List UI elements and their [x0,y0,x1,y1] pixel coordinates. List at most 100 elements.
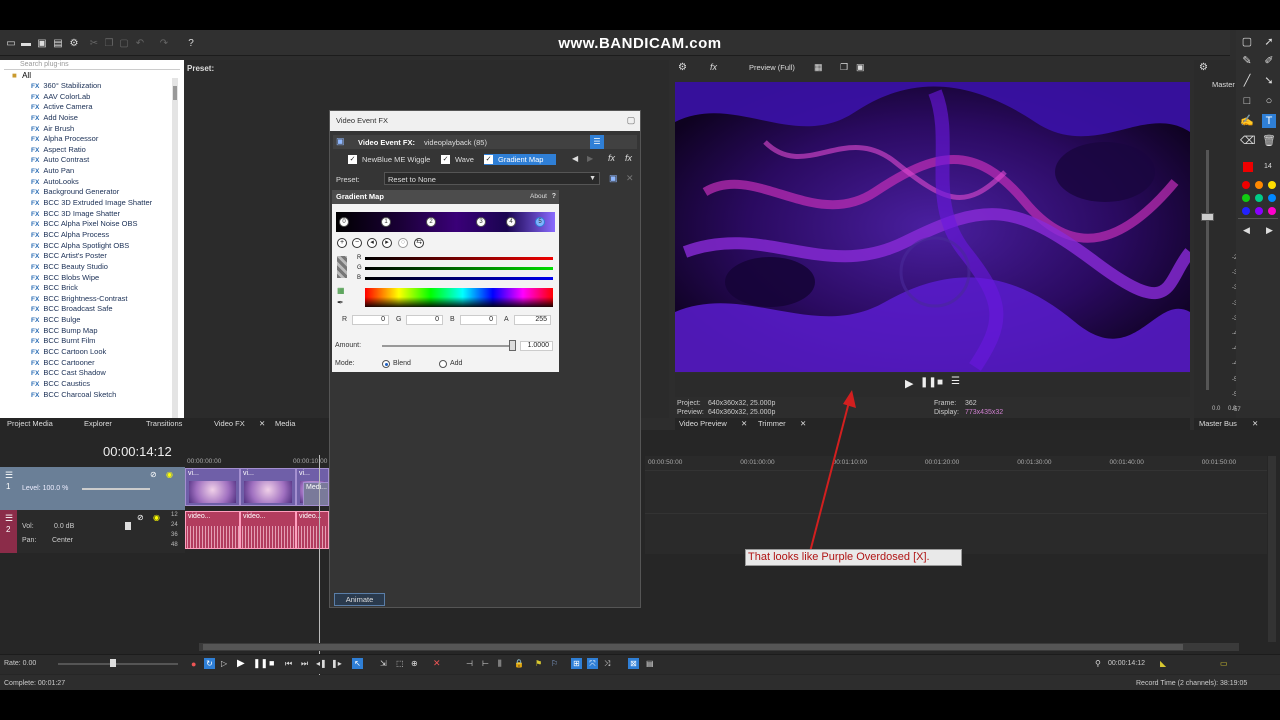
audio-clip[interactable]: video... [296,511,329,549]
dialog-preset-dropdown[interactable]: Reset to None ▼ [384,172,600,185]
b-value-field[interactable]: 0 [460,315,497,325]
stop-icon[interactable]: ■ [937,377,943,388]
crossfade-icon[interactable]: ⤨ [604,659,610,669]
plugin-list-item[interactable]: FX BCC Alpha Pixel Noise OBS [4,219,180,230]
trim-start-icon[interactable]: ⊣ [466,659,473,668]
plugin-list-item[interactable]: FX AutoLooks [4,177,180,188]
chain-next-icon[interactable]: ▶ [587,154,593,163]
snap-icon[interactable]: ⊞ [571,658,582,669]
current-color-swatch[interactable] [1243,162,1253,172]
gradient-stop[interactable]: 1 [381,217,391,227]
rate-slider-thumb[interactable] [110,659,116,667]
chain-item-wave[interactable]: ✓ Wave [441,154,481,165]
color-spectrum-picker[interactable] [365,288,553,307]
palette-color-swatch[interactable] [1255,207,1263,215]
tab-trimmer[interactable]: Trimmer [758,419,786,428]
palette-color-swatch[interactable] [1242,181,1250,189]
plugin-list-item[interactable]: FX Add Noise [4,113,180,124]
pause-icon[interactable]: ❚❚ [920,377,937,388]
dialog-close-icon[interactable]: ▢ [624,113,638,127]
save-snapshot-icon[interactable]: ▣ [856,62,865,73]
tab-video-preview[interactable]: Video Preview [679,419,727,428]
palette-color-swatch[interactable] [1255,181,1263,189]
preview-fx-icon[interactable]: fx [710,62,717,72]
record-icon[interactable]: ● [191,659,196,669]
auto-ripple-icon[interactable]: ⤧ [587,658,598,669]
stop-icon[interactable]: ■ [269,658,274,668]
plugin-list-item[interactable]: FX BCC Cast Shadow [4,368,180,379]
selection-tool-icon[interactable]: ⬚ [396,659,404,668]
tab-project-media[interactable]: Project Media [7,418,53,430]
mute-icon[interactable]: ⊘ [137,513,144,522]
master-settings-icon[interactable]: ⚙ [1199,62,1208,73]
plugin-list-item[interactable]: FX BCC Burnt Film [4,336,180,347]
timeline-scrollbar-thumb[interactable] [203,644,1183,650]
trim-end-icon[interactable]: ⊢ [482,659,489,668]
plugin-list-item[interactable]: FX BCC Blobs Wipe [4,273,180,284]
plugin-list-item[interactable]: FX AAV ColorLab [4,92,180,103]
r-value-field[interactable]: 0 [352,315,389,325]
solo-icon[interactable]: ◉ [153,513,160,522]
palette-color-swatch[interactable] [1255,194,1263,202]
undo-draw-icon[interactable]: ◀ [1243,225,1250,236]
mode-blend-radio[interactable] [382,360,390,368]
plugin-list-item[interactable]: FX BCC Charcoal Sketch [4,390,180,401]
layout-icon[interactable]: ☰ [590,135,604,149]
g-value-field[interactable]: 0 [406,315,443,325]
lock-envelopes-icon[interactable]: ⊠ [628,658,639,669]
video-clip[interactable]: vi... [185,468,240,506]
delete-preset-icon[interactable]: ✕ [626,173,634,184]
go-to-start-icon[interactable]: ⏮ [285,659,292,669]
marker-icon[interactable]: ✐ [1262,54,1276,68]
about-link[interactable]: About [530,190,547,204]
checkbox-icon[interactable]: ✓ [484,155,493,164]
redo-draw-icon[interactable]: ▶ [1266,225,1273,236]
plugin-list-item[interactable]: FX BCC Bulge [4,315,180,326]
gradient-stop[interactable]: 2 [426,217,436,227]
ignore-grouping-icon[interactable]: ▤ [646,659,654,668]
vertical-scrollbar[interactable] [1268,456,1276,642]
plugin-list-item[interactable]: FX BCC Artist's Poster [4,251,180,262]
split-icon[interactable]: ⫼ [498,659,502,669]
highlighter-icon[interactable]: ✍ [1240,114,1254,128]
pen-icon[interactable]: ✎ [1240,54,1254,68]
palette-color-swatch[interactable] [1268,207,1276,215]
gradient-stop[interactable]: 4 [506,217,516,227]
preview-quality-dropdown[interactable]: Preview (Full) [749,63,795,72]
circle-icon[interactable]: ○ [1262,94,1276,108]
mute-icon[interactable]: ⊘ [150,470,157,479]
prev-stop-icon[interactable]: ◂ [367,238,377,248]
animate-button[interactable]: Animate [334,593,385,606]
plugin-list-item[interactable]: FX Auto Contrast [4,155,180,166]
audio-clip[interactable]: video... [240,511,296,549]
timeline-scrollbar[interactable] [199,643,1239,651]
checkbox-icon[interactable]: ✓ [348,155,357,164]
next-stop-icon[interactable]: ▸ [382,238,392,248]
palette-color-swatch[interactable] [1242,207,1250,215]
video-clip[interactable]: Medi... [303,482,329,506]
chain-prev-icon[interactable]: ◀ [572,154,578,163]
dialog-titlebar[interactable]: Video Event FX [330,111,640,131]
plugin-list-item[interactable]: FX Alpha Processor [4,134,180,145]
amount-slider-track[interactable] [382,345,515,347]
plugin-list-item[interactable]: FX BCC Beauty Studio [4,262,180,273]
plugin-list-item[interactable]: FX BCC Brightness-Contrast [4,294,180,305]
tab-video-fx[interactable]: Video FX [214,418,245,430]
play-icon[interactable]: ▶ [905,377,913,390]
palette-color-swatch[interactable] [1268,194,1276,202]
plugin-list-item[interactable]: FX Air Brush [4,124,180,135]
chain-item-gradient-map[interactable]: ✓ Gradient Map [484,154,556,165]
blue-channel-slider[interactable] [365,277,553,280]
master-fader-thumb[interactable] [1201,213,1214,221]
preview-settings-icon[interactable]: ⚙ [678,62,687,73]
plugin-list-item[interactable]: FX Background Generator [4,187,180,198]
eraser-icon[interactable]: ⌫ [1240,134,1256,148]
prev-frame-icon[interactable]: ◂❚ [316,659,327,668]
grid-icon[interactable]: ▦ [814,62,823,73]
fx-chain-icon[interactable]: fx [608,153,615,163]
track-menu-icon[interactable]: ☰ [5,513,13,524]
close-icon[interactable]: ✕ [259,418,265,430]
video-clip[interactable]: vi... [240,468,296,506]
plugin-list-item[interactable]: FX BCC Brick [4,283,180,294]
plugin-list-item[interactable]: FX BCC Bump Map [4,326,180,337]
